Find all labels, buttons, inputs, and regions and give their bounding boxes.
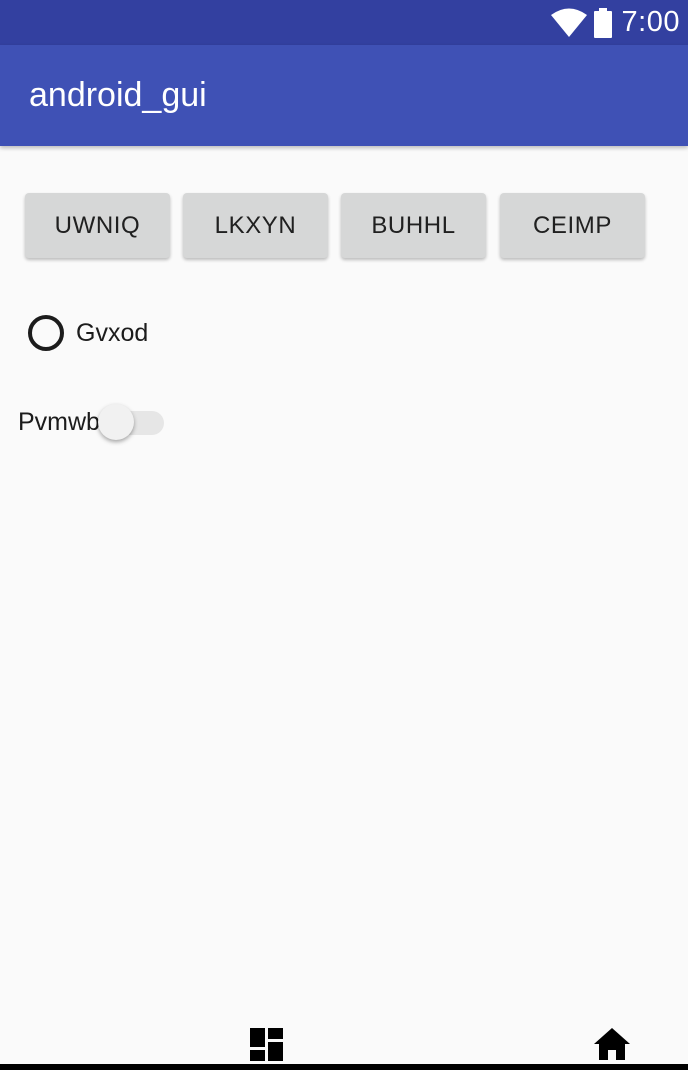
ceimp-button[interactable]: CEIMP: [500, 193, 645, 258]
radio-label: Gvxod: [76, 318, 149, 347]
status-bar: 7:00: [0, 0, 688, 45]
status-time: 7:00: [621, 6, 680, 38]
lkxyn-button[interactable]: LKXYN: [183, 193, 328, 258]
bottom-navigation: [0, 1018, 688, 1070]
switch-thumb[interactable]: [97, 404, 134, 440]
gvxod-radio[interactable]: Gvxod: [28, 313, 148, 353]
buhhl-button[interactable]: BUHHL: [341, 193, 486, 258]
app-bar: android_gui: [0, 45, 688, 146]
wifi-icon: [550, 8, 587, 37]
pvmwb-switch[interactable]: [97, 402, 166, 442]
pvmwb-switch-row: Pvmwb: [18, 402, 166, 442]
nav-bar-edge: [0, 1064, 688, 1070]
switch-label: Pvmwb: [18, 407, 100, 436]
battery-icon: [593, 7, 612, 38]
home-icon[interactable]: [594, 1028, 630, 1060]
uwniq-button[interactable]: UWNIQ: [25, 193, 170, 258]
app-title: android_gui: [29, 76, 207, 114]
app-screen: 7:00 android_gui UWNIQ LKXYN BUHHL CEIMP…: [0, 0, 688, 1070]
dashboard-icon[interactable]: [250, 1028, 283, 1061]
radio-circle-icon[interactable]: [28, 315, 64, 351]
